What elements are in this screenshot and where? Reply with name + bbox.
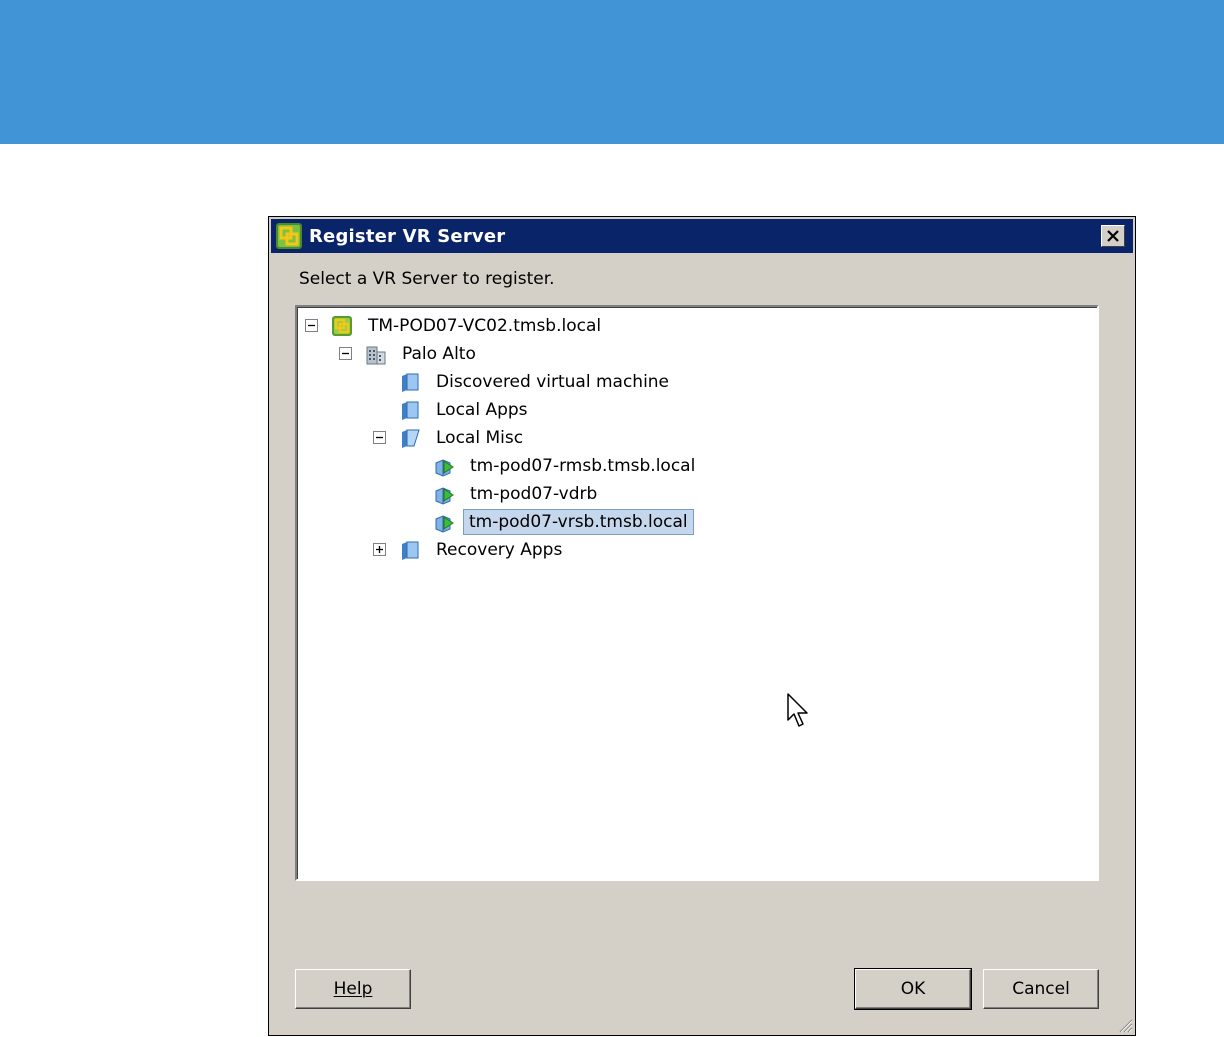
plus-icon: [376, 546, 383, 553]
folder-icon: [402, 401, 419, 420]
tree-node-label: Local Apps: [436, 400, 528, 420]
mouse-pointer-icon: [787, 693, 808, 727]
help-button[interactable]: Help: [295, 969, 411, 1009]
top-banner: [0, 0, 1224, 144]
dialog-titlebar[interactable]: Register VR Server: [271, 219, 1133, 253]
dialog-title: Register VR Server: [309, 225, 506, 247]
help-button-label: Help: [333, 979, 373, 999]
resize-grip-icon[interactable]: [1117, 1017, 1133, 1033]
tree-node-label: tm-pod07-rmsb.tmsb.local: [470, 456, 696, 476]
close-icon: [1107, 230, 1119, 242]
minus-icon: [308, 324, 315, 327]
cancel-button[interactable]: Cancel: [983, 969, 1099, 1009]
ok-button-label: OK: [900, 979, 926, 999]
folder-icon: [402, 541, 419, 560]
expand-toggle[interactable]: [373, 543, 386, 556]
vm-icon: [435, 459, 454, 477]
inventory-tree[interactable]: TM-POD07-VC02.tmsb.local Palo Alto Disco…: [295, 305, 1099, 881]
tree-node-folder-discovered[interactable]: Discovered virtual machine: [297, 369, 1077, 395]
vcenter-icon: [332, 316, 352, 336]
tree-node-vm-vdrb[interactable]: tm-pod07-vdrb: [297, 481, 1077, 507]
tree-node-folder-local-apps[interactable]: Local Apps: [297, 397, 1077, 423]
dialog-prompt: Select a VR Server to register.: [299, 269, 555, 289]
register-vr-server-dialog: Register VR Server Select a VR Server to…: [268, 216, 1136, 1036]
tree-node-label-selected: tm-pod07-vrsb.tmsb.local: [463, 509, 694, 535]
vm-icon: [435, 487, 454, 505]
tree-node-label: Discovered virtual machine: [436, 372, 670, 392]
vsphere-app-icon: [276, 223, 302, 249]
tree-node-label: tm-pod07-vdrb: [470, 484, 598, 504]
vm-icon: [435, 515, 454, 533]
collapse-toggle[interactable]: [305, 319, 318, 332]
datacenter-icon: [366, 346, 386, 365]
minus-icon: [376, 436, 383, 439]
folder-open-icon: [402, 429, 420, 448]
ok-button[interactable]: OK: [854, 968, 972, 1010]
tree-node-vcenter[interactable]: TM-POD07-VC02.tmsb.local: [297, 313, 1077, 339]
folder-icon: [402, 373, 419, 392]
minus-icon: [342, 352, 349, 355]
collapse-toggle[interactable]: [339, 347, 352, 360]
tree-node-folder-recovery-apps[interactable]: Recovery Apps: [297, 537, 1077, 563]
tree-node-label: Palo Alto: [402, 344, 476, 364]
tree-node-vm-rmsb[interactable]: tm-pod07-rmsb.tmsb.local: [297, 453, 1077, 479]
tree-node-datacenter[interactable]: Palo Alto: [297, 341, 1077, 367]
tree-node-label: Recovery Apps: [436, 540, 563, 560]
collapse-toggle[interactable]: [373, 431, 386, 444]
tree-node-folder-local-misc[interactable]: Local Misc: [297, 425, 1077, 451]
tree-node-label: TM-POD07-VC02.tmsb.local: [368, 316, 602, 336]
cancel-button-label: Cancel: [1012, 979, 1070, 999]
tree-node-vm-vrsb[interactable]: tm-pod07-vrsb.tmsb.local: [297, 509, 1077, 535]
close-button[interactable]: [1101, 225, 1125, 247]
tree-node-label: Local Misc: [436, 428, 524, 448]
